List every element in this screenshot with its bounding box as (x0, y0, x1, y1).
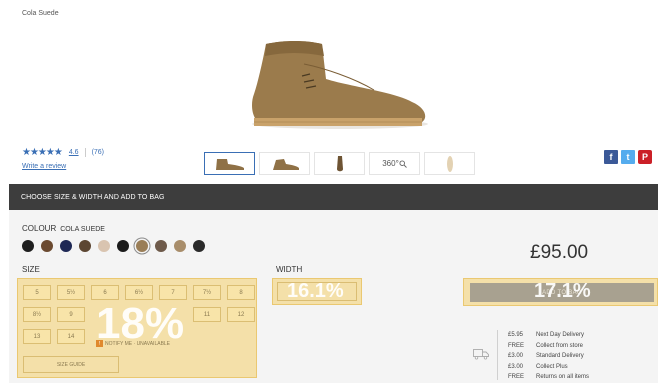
size-overlay-percent: 18% (96, 299, 185, 348)
rating-score-link[interactable]: 4.6 (69, 149, 79, 156)
size-guide-button[interactable]: SIZE GUIDE (23, 356, 119, 373)
size-option[interactable]: 5 (23, 285, 51, 300)
colour-swatch[interactable] (41, 240, 53, 252)
delivery-options: £5.95 Next Day Delivery FREE Collect from s… (508, 330, 589, 383)
colour-swatch[interactable] (117, 240, 129, 252)
delivery-label: Standard Delivery (536, 353, 584, 360)
width-label: WIDTH (276, 265, 303, 274)
delivery-label: Collect from store (536, 342, 584, 349)
selected-colour-name: COLA SUEDE (60, 226, 105, 233)
delivery-row: £3.00 Standard Delivery (508, 351, 589, 362)
thumbnail-front-view[interactable] (314, 152, 365, 175)
delivery-label: Next Day Delivery (536, 332, 585, 339)
rating-count-link[interactable]: (76) (92, 149, 104, 156)
size-option[interactable]: 9 (57, 307, 85, 322)
star-rating-icon: ★★★★★ (22, 147, 63, 158)
delivery-price: £5.95 (508, 332, 524, 339)
size-selector: 5 5½ 6 6½ 7 7½ 8 8½ 9 11 12 13 14 ! NOTIFY ME · UNAV… (17, 278, 257, 378)
delivery-price: FREE (508, 374, 525, 381)
colour-swatch[interactable] (98, 240, 110, 252)
rating-divider (84, 148, 86, 157)
delivery-row: FREE Collect from store (508, 341, 589, 352)
bag-overlay-percent: 17.1% (534, 280, 591, 302)
pinterest-icon[interactable]: P (638, 150, 652, 164)
colour-swatch[interactable] (155, 240, 167, 252)
colour-swatch[interactable] (22, 240, 34, 252)
thumbnail-strip: 360° (204, 152, 475, 175)
thumbnail-sole-view[interactable] (424, 152, 475, 175)
boot-side-icon (215, 158, 244, 170)
colour-swatches (22, 240, 205, 252)
size-option[interactable]: 6½ (125, 285, 153, 300)
size-option[interactable]: 13 (23, 329, 51, 344)
thumbnail-360-view[interactable]: 360° (369, 152, 420, 175)
delivery-row: £5.95 Next Day Delivery (508, 330, 589, 341)
size-option[interactable]: 12 (227, 307, 255, 322)
delivery-label: Returns on all items (536, 374, 590, 381)
delivery-divider (497, 330, 498, 380)
size-option[interactable]: 6 (91, 285, 119, 300)
width-selector: 16.1% (272, 278, 362, 305)
write-review-link[interactable]: Write a review (22, 163, 66, 170)
facebook-icon[interactable]: f (604, 150, 618, 164)
social-share: f t P (604, 150, 652, 164)
section-header: CHOOSE SIZE & WIDTH AND ADD TO BAG (9, 184, 658, 210)
size-option[interactable]: 14 (57, 329, 85, 344)
add-to-bag-area: ADD TO BAG 17.1% (463, 278, 658, 306)
size-option[interactable]: 7 (159, 285, 187, 300)
size-label: SIZE (22, 265, 40, 274)
colour-swatch[interactable] (136, 240, 148, 252)
delivery-price: FREE (508, 342, 525, 349)
zoom-icon (399, 159, 407, 168)
size-option[interactable]: 8 (227, 285, 255, 300)
colour-label: COLOUR COLA SUEDE (22, 224, 105, 233)
size-option[interactable]: 5½ (57, 285, 85, 300)
thumbnail-side-view[interactable] (204, 152, 255, 175)
colour-swatch[interactable] (79, 240, 91, 252)
size-option[interactable]: 8½ (23, 307, 51, 322)
boot-front-icon (336, 155, 343, 171)
product-price: £95.00 (530, 242, 589, 263)
colour-swatch[interactable] (174, 240, 186, 252)
delivery-truck-icon (473, 349, 489, 360)
boot-angle-icon (272, 158, 299, 170)
delivery-label: Collect Plus (536, 363, 568, 370)
rotate-360-icon: 360° (382, 159, 399, 168)
size-option[interactable]: 7½ (193, 285, 221, 300)
colour-swatch[interactable] (60, 240, 72, 252)
thumbnail-angle-view[interactable] (259, 152, 310, 175)
width-overlay-percent: 16.1% (287, 280, 344, 302)
boot-sole-icon (446, 155, 453, 172)
delivery-row: £3.00 Collect Plus (508, 362, 589, 373)
twitter-icon[interactable]: t (621, 150, 635, 164)
product-name: Cola Suede (22, 10, 59, 17)
size-option[interactable]: 11 (193, 307, 221, 322)
colour-heading: COLOUR (22, 224, 57, 233)
delivery-row: FREE Returns on all items (508, 372, 589, 383)
colour-swatch[interactable] (193, 240, 205, 252)
delivery-price: £3.00 (508, 363, 524, 370)
rating: ★★★★★ 4.6 (76) (22, 147, 104, 158)
delivery-price: £3.00 (508, 353, 524, 360)
product-main-image (252, 41, 428, 129)
